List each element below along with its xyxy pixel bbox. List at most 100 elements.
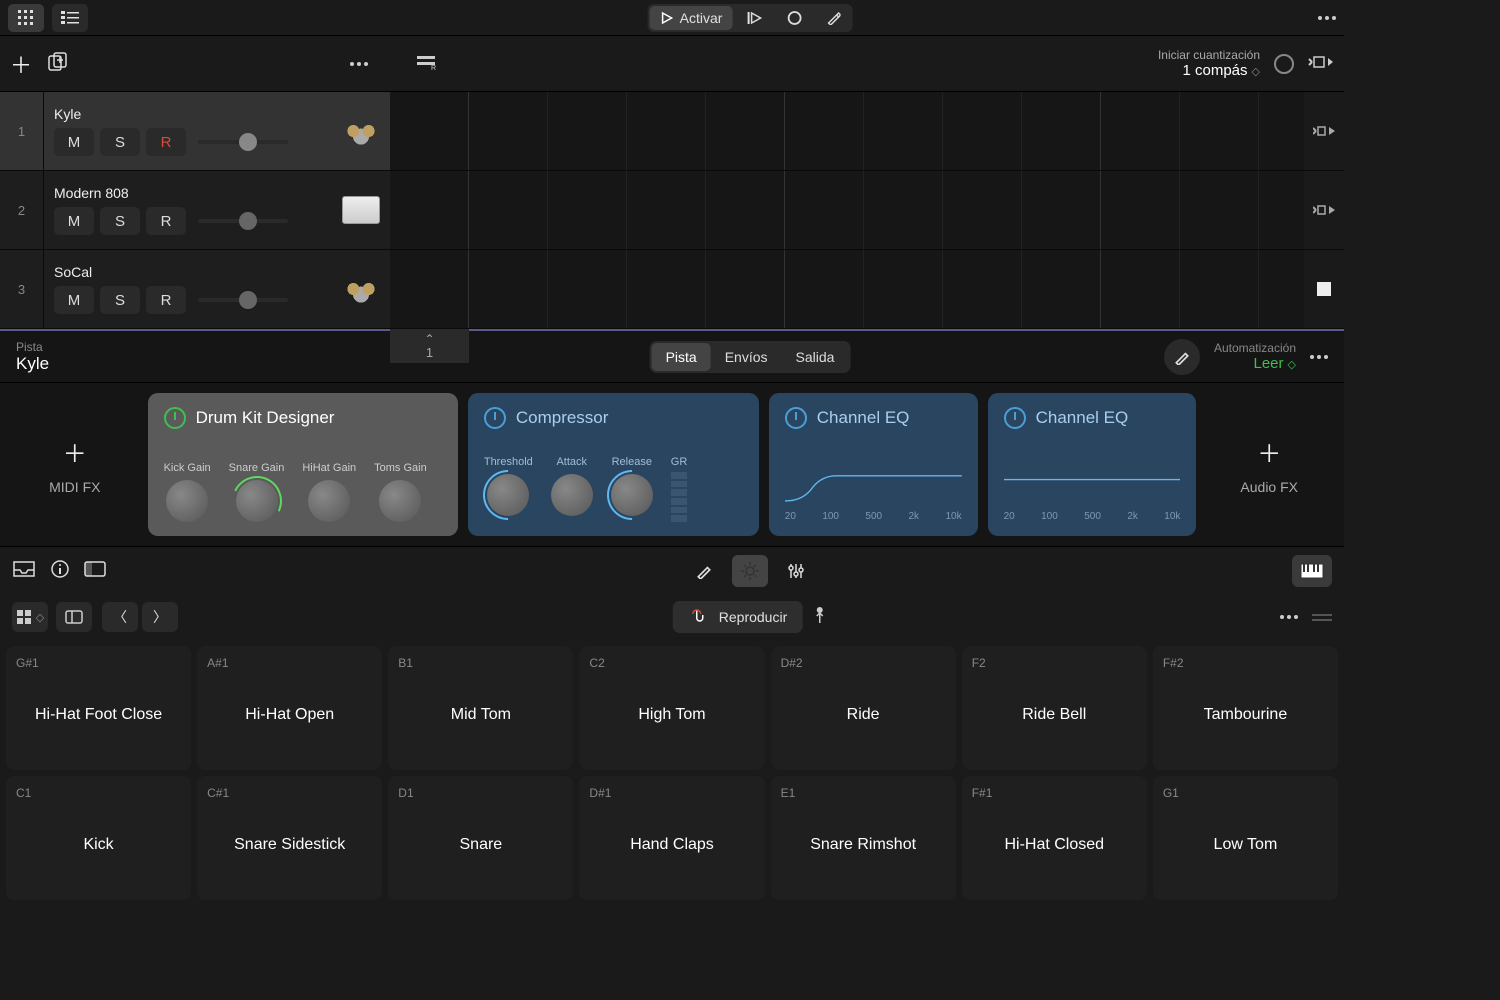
drum-pad[interactable]: F2Ride Bell (962, 646, 1147, 770)
pad-grid-view-icon[interactable]: ◇ (12, 602, 48, 632)
region-toggle-icon[interactable]: R (416, 54, 436, 73)
drum-pad[interactable]: F#1Hi-Hat Closed (962, 776, 1147, 900)
more-options-icon[interactable] (1280, 615, 1298, 619)
scene-stop-button[interactable] (1304, 250, 1344, 329)
drum-pad[interactable]: A#1Hi-Hat Open (197, 646, 382, 770)
midi-fx-label: MIDI FX (49, 479, 100, 495)
plus-icon: ＋ (63, 434, 87, 469)
edit-mode-button[interactable] (816, 7, 850, 29)
knob[interactable] (379, 480, 421, 522)
track-row[interactable]: 1 Kyle M S R (0, 92, 390, 171)
power-icon[interactable] (484, 407, 506, 429)
activate-button[interactable]: Activar (650, 6, 733, 30)
volume-slider[interactable] (198, 219, 288, 223)
add-track-button[interactable]: ＋ (10, 48, 32, 80)
drum-pad[interactable]: C#1Snare Sidestick (197, 776, 382, 900)
reproduce-button[interactable]: Reproducir (673, 601, 803, 633)
sidebar-icon[interactable] (84, 561, 106, 580)
more-options-icon[interactable] (1318, 16, 1336, 20)
power-icon[interactable] (785, 407, 807, 429)
solo-button[interactable]: S (100, 207, 140, 235)
drum-machine-icon (342, 196, 380, 224)
brightness-tool-icon[interactable] (732, 555, 768, 587)
knob-label: Release (612, 456, 652, 468)
record-enable-button[interactable]: R (146, 286, 186, 314)
knob[interactable] (551, 474, 593, 516)
inbox-icon[interactable] (12, 560, 36, 581)
mute-button[interactable]: M (54, 207, 94, 235)
knob[interactable] (236, 480, 278, 522)
drum-pad[interactable]: D1Snare (388, 776, 573, 900)
scene-play-button[interactable] (1304, 92, 1344, 171)
tab-pista[interactable]: Pista (652, 343, 711, 371)
plugin-compressor[interactable]: Compressor Threshold Attack Release GR (468, 393, 759, 536)
quantize-display[interactable]: Iniciar cuantización 1 compás◇ (1158, 48, 1260, 79)
drag-handle-icon[interactable] (1312, 614, 1332, 621)
drum-pad[interactable]: D#2Ride (771, 646, 956, 770)
gr-meter (671, 472, 687, 522)
track-row[interactable]: 2 Modern 808 M S R (0, 171, 390, 250)
pencil-tool-icon[interactable] (686, 555, 722, 587)
bar-ruler[interactable]: ⌃ 1 (390, 329, 469, 363)
record-button[interactable] (776, 6, 812, 30)
pad-split-view-icon[interactable] (56, 602, 92, 632)
power-icon[interactable] (1004, 407, 1026, 429)
knob[interactable] (308, 480, 350, 522)
velocity-icon[interactable] (813, 606, 827, 629)
mute-button[interactable]: M (54, 286, 94, 314)
volume-slider[interactable] (198, 298, 288, 302)
drum-pad[interactable]: G#1Hi-Hat Foot Close (6, 646, 191, 770)
plugin-title: Channel EQ (1036, 408, 1129, 428)
plugin-channel-eq[interactable]: Channel EQ 201005002k10k (988, 393, 1197, 536)
automation-selector[interactable]: Automatización Leer◇ (1214, 341, 1296, 372)
power-icon[interactable] (164, 407, 186, 429)
record-enable-button[interactable]: R (146, 128, 186, 156)
drum-pad[interactable]: C2High Tom (579, 646, 764, 770)
knob-label: Kick Gain (164, 462, 211, 474)
drum-pad[interactable]: E1Snare Rimshot (771, 776, 956, 900)
drum-pad[interactable]: G1Low Tom (1153, 776, 1338, 900)
keyboard-icon[interactable] (1292, 555, 1332, 587)
gr-label: GR (671, 456, 688, 468)
drum-pad[interactable]: D#1Hand Claps (579, 776, 764, 900)
knob[interactable] (487, 474, 529, 516)
plugin-title: Channel EQ (817, 408, 910, 428)
knob-label: Threshold (484, 456, 533, 468)
mixer-tool-icon[interactable] (778, 555, 814, 587)
knob[interactable] (611, 474, 653, 516)
arrangement-area[interactable]: ⌃ 1 (390, 92, 1304, 329)
play-from-start-button[interactable] (736, 7, 772, 29)
grid-view-icon[interactable] (8, 4, 44, 32)
edit-button[interactable] (1164, 339, 1200, 375)
solo-button[interactable]: S (100, 128, 140, 156)
duplicate-track-button[interactable] (48, 52, 70, 75)
solo-button[interactable]: S (100, 286, 140, 314)
volume-slider[interactable] (198, 140, 288, 144)
tab-envios[interactable]: Envíos (711, 343, 782, 371)
scene-play-button[interactable] (1304, 171, 1344, 250)
prev-button[interactable]: 〈 (102, 602, 138, 632)
knob-label: Attack (556, 456, 587, 468)
next-button[interactable]: 〉 (142, 602, 178, 632)
plugin-drum-kit-designer[interactable]: Drum Kit Designer Kick Gain Snare Gain H… (148, 393, 458, 536)
add-audio-fx-button[interactable]: ＋ Audio FX (1206, 434, 1332, 495)
track-options-icon[interactable] (350, 62, 368, 66)
quantize-value: 1 compás (1182, 62, 1247, 79)
drum-pad[interactable]: F#2Tambourine (1153, 646, 1338, 770)
drum-pad[interactable]: C1Kick (6, 776, 191, 900)
plugin-channel-eq[interactable]: Channel EQ 201005002k10k (769, 393, 978, 536)
track-row[interactable]: 3 SoCal M S R (0, 250, 390, 329)
more-options-icon[interactable] (1310, 355, 1328, 359)
plugin-title: Compressor (516, 408, 609, 428)
tab-salida[interactable]: Salida (782, 343, 849, 371)
mute-button[interactable]: M (54, 128, 94, 156)
list-view-icon[interactable] (52, 4, 88, 32)
loop-indicator-icon[interactable] (1274, 54, 1294, 74)
info-icon[interactable] (50, 559, 70, 582)
drum-pad[interactable]: B1Mid Tom (388, 646, 573, 770)
knob-label: Snare Gain (229, 462, 285, 474)
cycle-play-icon[interactable] (1308, 53, 1334, 74)
knob[interactable] (166, 480, 208, 522)
add-midi-fx-button[interactable]: ＋ MIDI FX (12, 434, 138, 495)
record-enable-button[interactable]: R (146, 207, 186, 235)
